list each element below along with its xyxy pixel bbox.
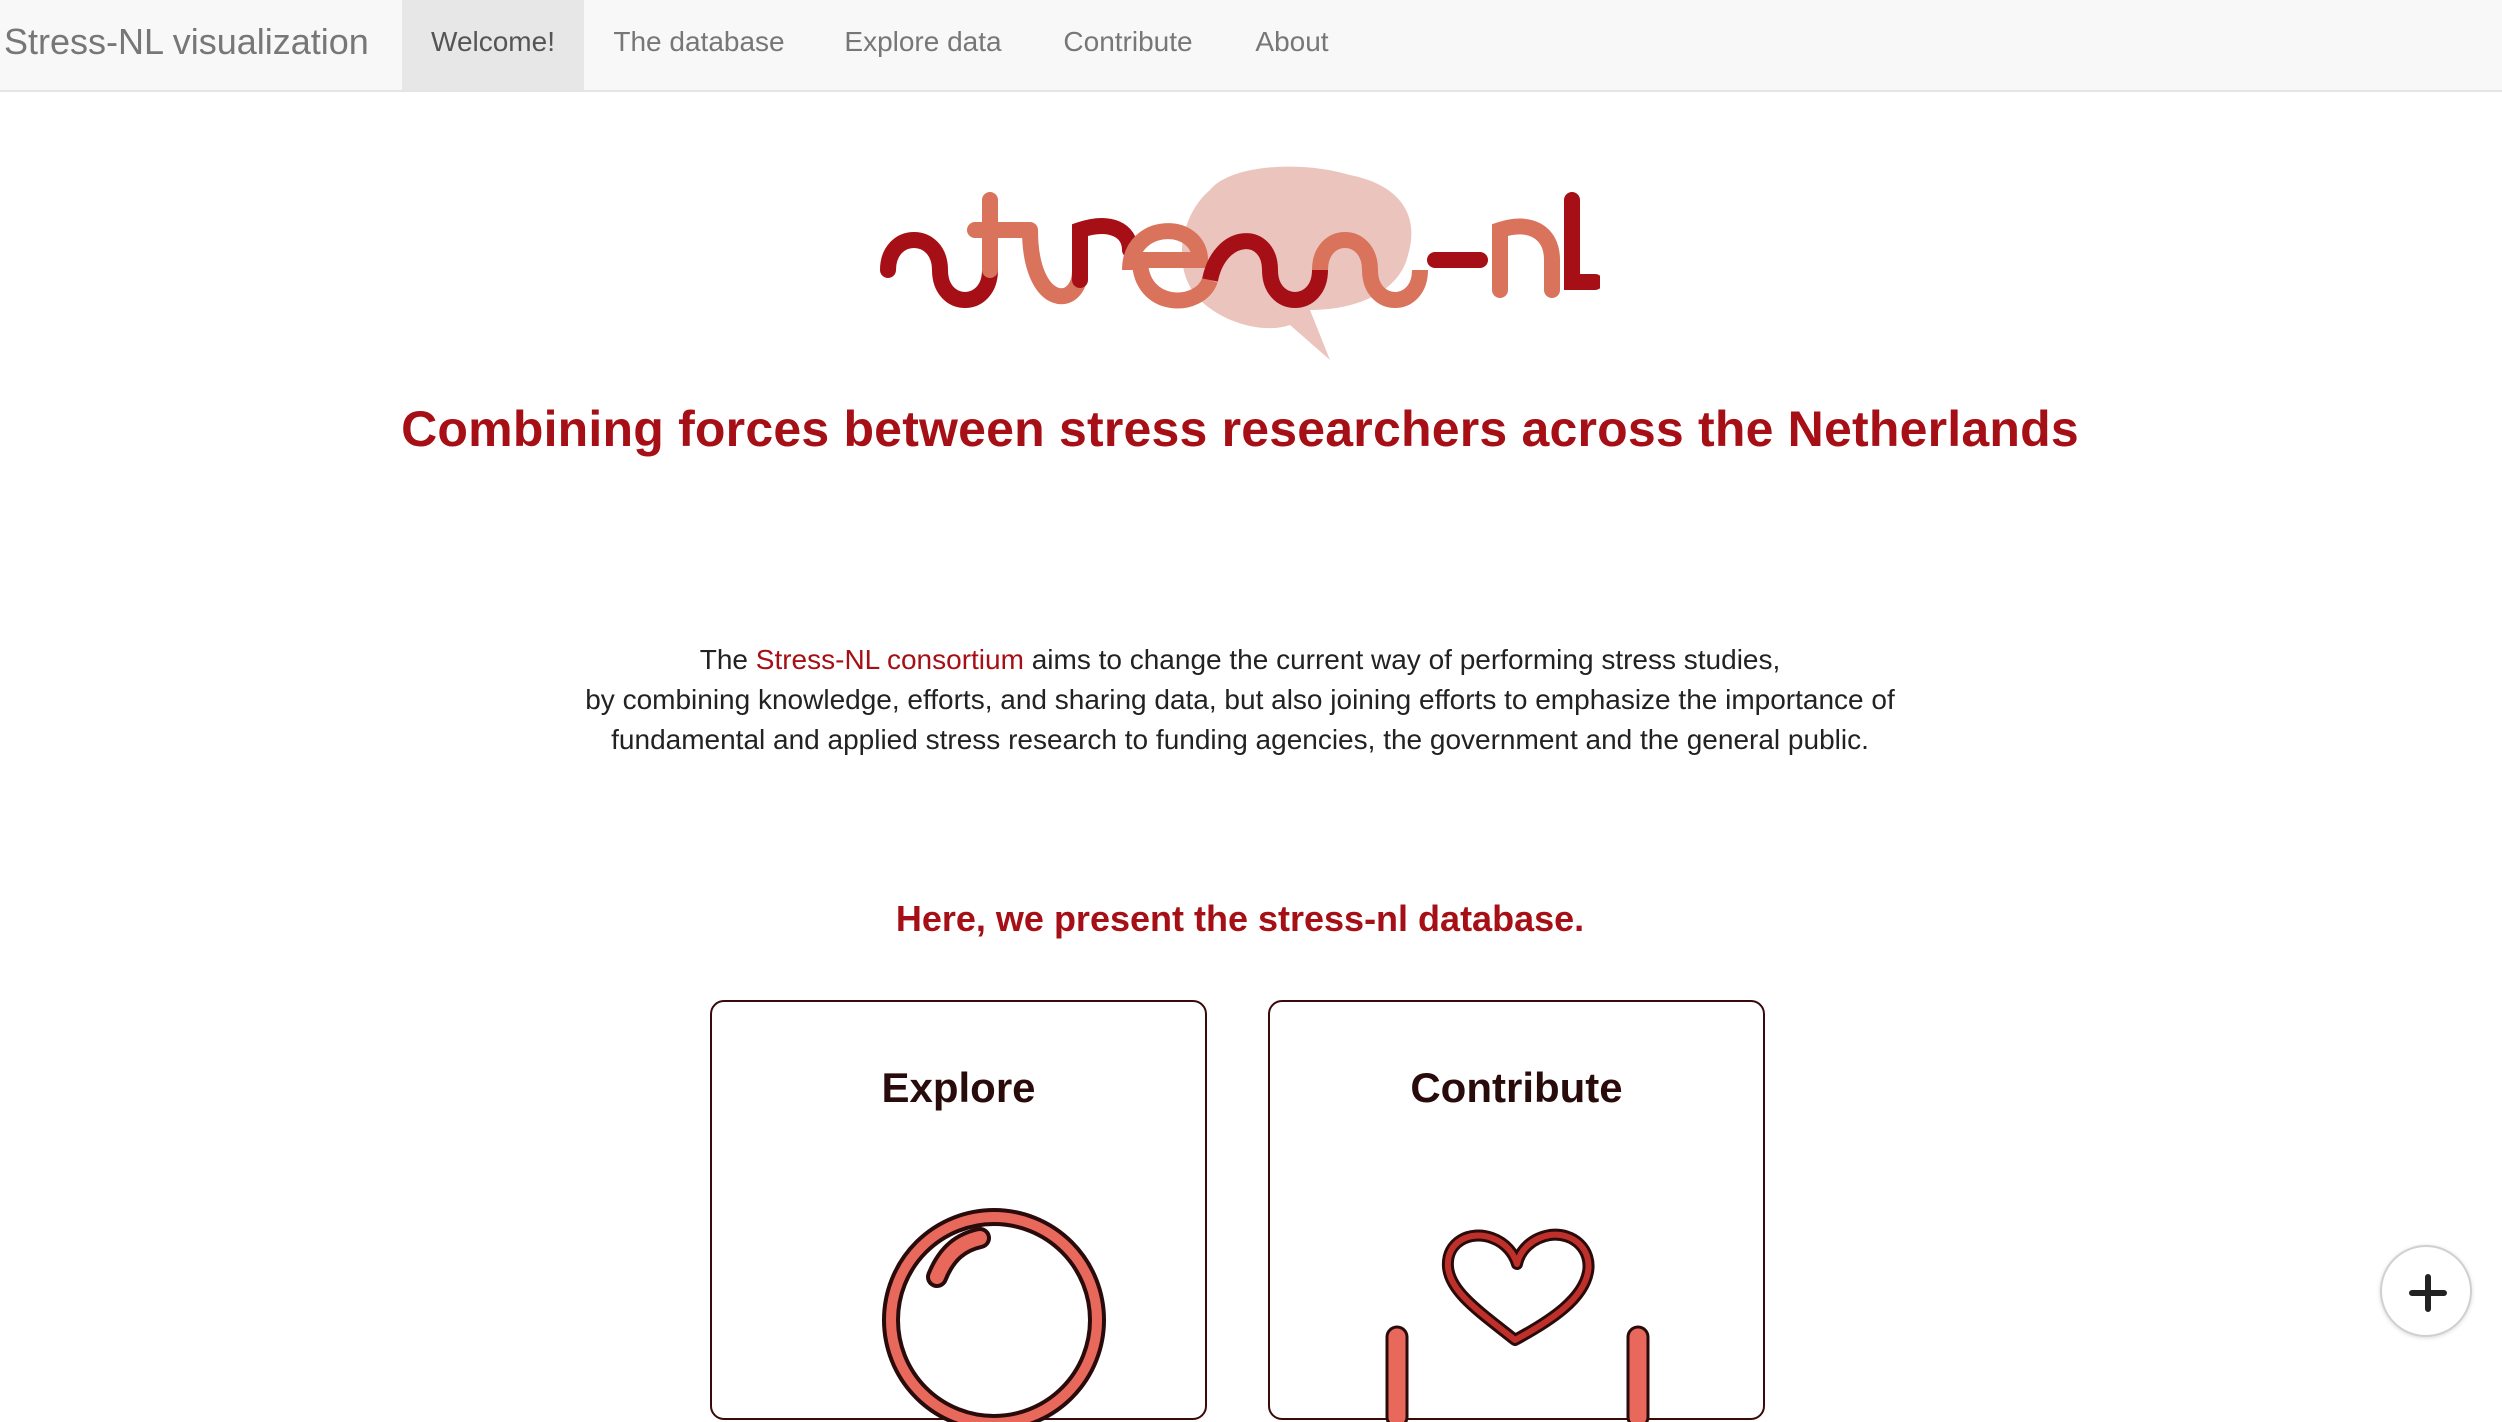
nav-tab-the-database[interactable]: The database [584,0,814,90]
add-button[interactable] [2380,1245,2472,1337]
intro-line-1: The Stress-NL consortium aims to change … [0,640,2480,680]
page-headline: Combining forces between stress research… [401,401,2079,457]
contribute-card[interactable]: Contribute [1268,1000,1765,1422]
consortium-link[interactable]: Stress-NL consortium [756,644,1024,675]
stress-nl-logo [880,160,1603,370]
intro-line-1-rest: aims to change the current way of perfor… [1023,644,1781,675]
intro-line-3: fundamental and applied stress research … [611,724,1869,755]
nav-tab-about[interactable]: About [1224,0,1360,90]
intro-line-2: by combining knowledge, efforts, and sha… [585,684,1895,715]
magnifier-icon [882,1208,1106,1422]
nav-tab-explore-data[interactable]: Explore data [814,0,1032,90]
intro-paragraph: The Stress-NL consortium aims to change … [0,640,2480,760]
database-subheading: Here, we present the stress-nl database. [895,898,1585,939]
intro-prefix: The [699,644,756,675]
nav-tab-welcome[interactable]: Welcome! [402,0,584,90]
plus-icon [2409,1274,2447,1312]
nav-tab-contribute[interactable]: Contribute [1032,0,1224,90]
explore-card[interactable]: Explore [710,1000,1207,1422]
navbar-brand[interactable]: Stress-NL visualization [4,0,369,90]
stress-nl-logo-graphic [880,166,1603,360]
navbar: Stress-NL visualization Welcome! The dat… [0,0,2502,92]
heart-hands-icon [1385,1228,1650,1422]
